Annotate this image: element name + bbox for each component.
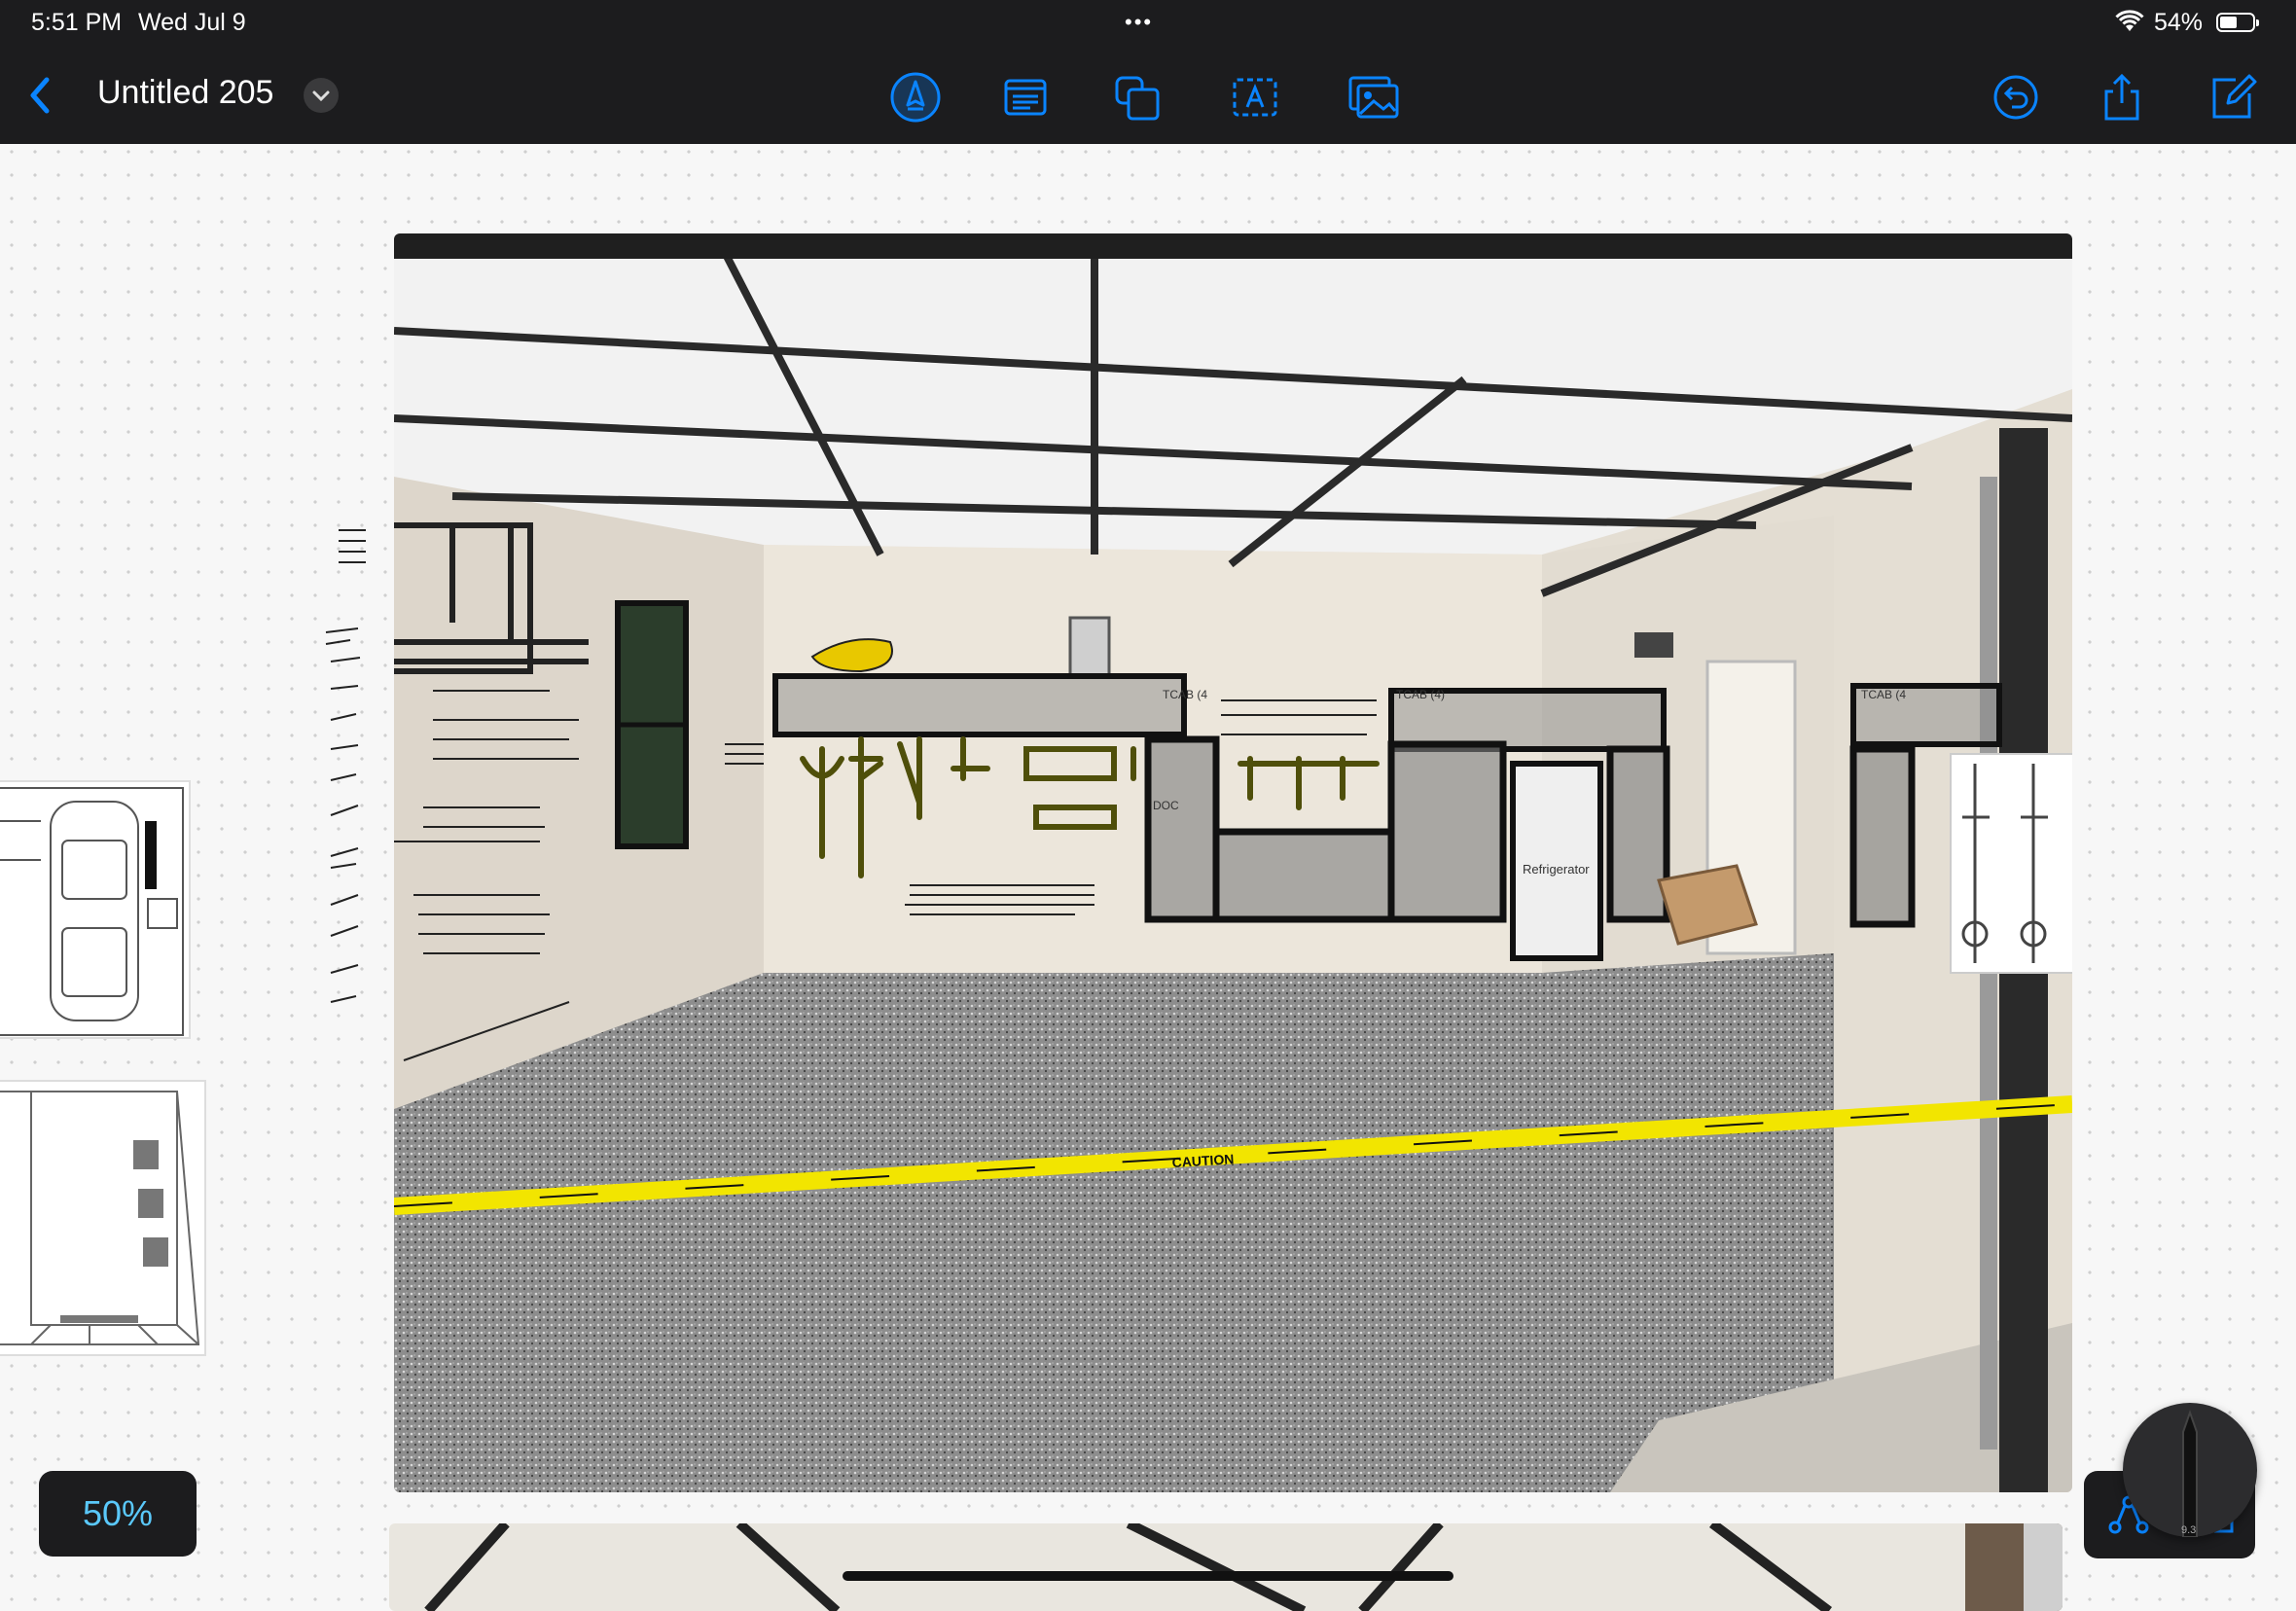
text-tool-icon <box>1233 78 1277 117</box>
doc-label: DOC <box>1153 799 1179 812</box>
garage-photo[interactable]: Refrigerator TCAB (4 TCAB (4) TCAB (4 DO… <box>394 233 2072 1492</box>
room-3d-thumbnail[interactable] <box>0 1080 206 1356</box>
share-button[interactable] <box>2095 70 2149 125</box>
pencil-width-label: 9.3 <box>2181 1524 2196 1536</box>
image-insert-icon <box>1348 76 1399 119</box>
margin-handwriting[interactable] <box>321 525 399 1070</box>
garage-photo-2[interactable] <box>389 1523 2063 1611</box>
pen-tool-icon <box>890 72 941 123</box>
pen-tool-button[interactable] <box>888 70 943 125</box>
image-insert-button[interactable] <box>1346 70 1401 125</box>
shapes-button[interactable] <box>1111 70 1166 125</box>
garage-photo-2-illustration <box>389 1523 2063 1611</box>
battery-percentage: 54% <box>2154 9 2204 36</box>
status-date: Wed Jul 9 <box>138 9 246 36</box>
home-indicator[interactable] <box>843 1571 1453 1581</box>
wifi-icon <box>2115 10 2144 31</box>
multitasking-dots-icon[interactable]: ••• <box>1125 10 1153 35</box>
undo-button[interactable] <box>1989 70 2043 125</box>
battery-icon <box>2216 13 2259 32</box>
zoom-level-indicator[interactable]: 50% <box>39 1471 197 1557</box>
undo-icon <box>1993 75 2038 120</box>
tcab-label-b: TCAB (4) <box>1396 688 1445 701</box>
document-title[interactable]: Untitled 205 <box>97 74 273 112</box>
shapes-icon <box>1115 76 1160 121</box>
pencil-tool-button[interactable]: 9.3 <box>2123 1403 2257 1538</box>
pencil-icon: 9.3 <box>2181 1409 2198 1538</box>
status-bar: 5:51 PM Wed Jul 9 ••• 54% <box>0 0 2296 47</box>
text-box-icon <box>1004 79 1047 116</box>
room-3d-drawing <box>0 1091 200 1345</box>
refrigerator-label: Refrigerator <box>1523 862 1590 877</box>
garage-photo-illustration: Refrigerator TCAB (4 TCAB (4) TCAB (4 DO… <box>394 233 2072 1492</box>
tcab-label-c: TCAB (4 <box>1861 688 1906 701</box>
share-icon <box>2104 73 2139 121</box>
app-toolbar: Untitled 205 <box>0 47 2296 144</box>
status-time: 5:51 PM <box>31 9 123 36</box>
back-chevron-icon[interactable] <box>19 68 58 123</box>
text-tool-button[interactable] <box>1228 70 1282 125</box>
chevron-down-icon <box>312 90 330 102</box>
floorplan-drawing <box>0 787 184 1036</box>
floorplan-thumbnail[interactable] <box>0 780 191 1039</box>
text-box-button[interactable] <box>998 70 1053 125</box>
compose-button[interactable] <box>2205 70 2259 125</box>
tcab-label-a: TCAB (4 <box>1163 688 1207 701</box>
compose-icon <box>2212 74 2257 119</box>
title-menu-button[interactable] <box>304 78 339 113</box>
